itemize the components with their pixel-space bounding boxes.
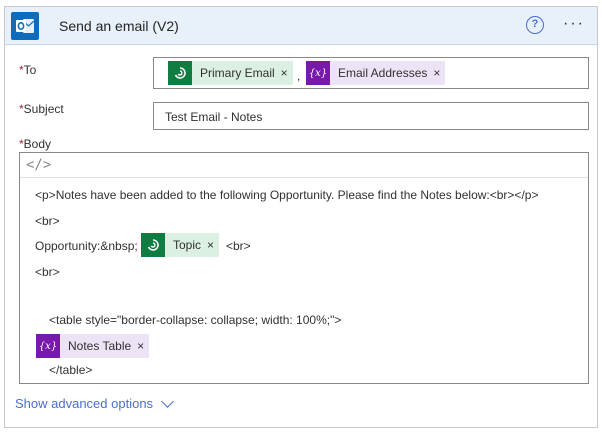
show-advanced-options-link[interactable]: Show advanced options [15,394,174,411]
expression-fx-icon: {x} [306,61,330,85]
token-email-addresses[interactable]: {x} Email Addresses × [306,61,446,85]
help-icon[interactable]: ? [526,16,544,34]
token-label: Email Addresses [338,66,428,80]
body-label: *Body [19,137,51,151]
send-email-action-card: Send an email (V2) ? ··· *To Primary Ema… [4,6,598,428]
dataverse-icon [141,233,165,257]
body-line-3-prefix: Opportunity:&nbsp; [35,239,138,253]
code-view-toggle-icon[interactable]: </> [26,157,51,173]
expression-fx-icon: {x} [36,334,60,358]
remove-token-icon[interactable]: × [137,339,149,353]
token-label: Notes Table [68,339,132,353]
token-topic[interactable]: Topic × [141,233,220,257]
body-line-1: <p>Notes have been added to the followin… [35,188,539,202]
subject-label-text: Subject [23,102,64,116]
body-line-7: </table> [49,363,93,377]
remove-token-icon[interactable]: × [433,66,445,80]
advanced-label: Show advanced options [15,396,154,411]
to-label-text: To [23,63,37,77]
subject-input[interactable]: Test Email - Notes [153,102,589,130]
remove-token-icon[interactable]: × [207,238,219,252]
token-label: Topic [173,238,202,252]
remove-token-icon[interactable]: × [281,66,293,80]
body-line-2: <br> [35,214,60,228]
subject-label: *Subject [19,102,64,116]
body-line-4: <br> [35,265,60,279]
token-notes-table[interactable]: {x} Notes Table × [36,334,150,358]
to-input[interactable]: Primary Email × , {x} Email Addresses × [153,57,589,89]
body-line-5: <table style="border-collapse: collapse;… [49,313,342,327]
token-separator: , [297,69,301,83]
token-label: Primary Email [200,66,275,80]
chevron-down-icon [161,394,174,408]
body-line-3-suffix: <br> [226,239,251,253]
editor-toolbar-divider [20,177,588,178]
more-options-icon[interactable]: ··· [563,15,585,33]
subject-value: Test Email - Notes [165,110,263,124]
action-header[interactable]: Send an email (V2) ? ··· [5,7,597,45]
outlook-mail-icon [11,12,39,40]
to-label: *To [19,63,36,77]
body-label-text: Body [23,137,52,151]
body-editor[interactable]: </> <p>Notes have been added to the foll… [19,152,589,384]
token-primary-email[interactable]: Primary Email × [168,61,293,85]
dataverse-icon [168,61,192,85]
action-title: Send an email (V2) [59,18,179,34]
